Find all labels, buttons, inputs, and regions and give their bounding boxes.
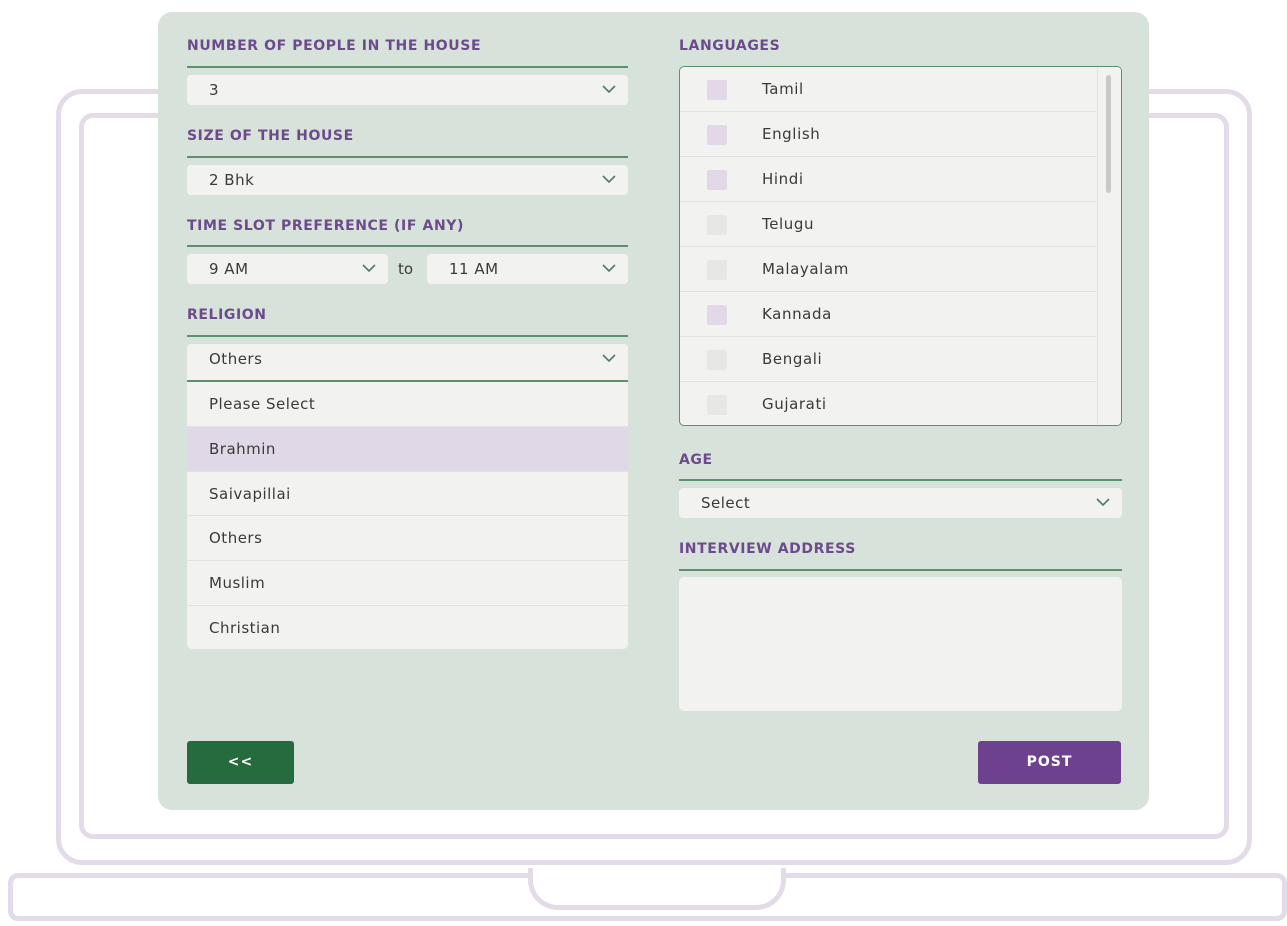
language-name: Gujarati bbox=[762, 395, 827, 413]
religion-option[interactable]: Christian bbox=[187, 606, 628, 649]
chevron-down-icon bbox=[1096, 498, 1110, 507]
timeslot-rule bbox=[187, 245, 628, 247]
age-rule bbox=[679, 479, 1122, 481]
language-name: Hindi bbox=[762, 170, 804, 188]
size-select-value: 2 Bhk bbox=[209, 171, 255, 189]
post-button[interactable]: POST bbox=[978, 741, 1121, 784]
scrollbar-thumb[interactable] bbox=[1106, 75, 1111, 193]
religion-rule bbox=[187, 335, 628, 337]
checkbox-icon[interactable] bbox=[707, 305, 727, 325]
language-name: Kannada bbox=[762, 305, 832, 323]
timeslot-label: TIME SLOT PREFERENCE (IF ANY) bbox=[187, 218, 464, 234]
religion-option[interactable]: Please Select bbox=[187, 382, 628, 427]
back-button[interactable]: << bbox=[187, 741, 294, 784]
address-rule bbox=[679, 569, 1122, 571]
religion-option[interactable]: Muslim bbox=[187, 561, 628, 606]
religion-select[interactable]: Others bbox=[187, 344, 628, 380]
chevron-down-icon bbox=[602, 85, 616, 94]
religion-label: RELIGION bbox=[187, 307, 267, 323]
people-select-value: 3 bbox=[209, 81, 220, 99]
timeslot-to-select[interactable]: 11 AM bbox=[427, 254, 628, 284]
people-label: NUMBER OF PEOPLE IN THE HOUSE bbox=[187, 38, 482, 54]
languages-label: LANGUAGES bbox=[679, 38, 781, 54]
religion-option[interactable]: Saivapillai bbox=[187, 472, 628, 517]
size-select[interactable]: 2 Bhk bbox=[187, 165, 628, 195]
checkbox-icon[interactable] bbox=[707, 350, 727, 370]
checkbox-icon[interactable] bbox=[707, 395, 727, 415]
timeslot-from-value: 9 AM bbox=[209, 260, 249, 278]
language-name: Tamil bbox=[762, 80, 804, 98]
religion-option[interactable]: Others bbox=[187, 516, 628, 562]
languages-scrollbar[interactable] bbox=[1097, 67, 1121, 425]
chevron-down-icon bbox=[362, 264, 376, 273]
language-item[interactable]: Malayalam bbox=[680, 247, 1096, 292]
age-select-value: Select bbox=[701, 494, 751, 512]
timeslot-to-word: to bbox=[398, 260, 414, 278]
age-label: AGE bbox=[679, 452, 713, 468]
address-label: INTERVIEW ADDRESS bbox=[679, 541, 856, 557]
laptop-notch bbox=[528, 868, 786, 910]
language-name: Telugu bbox=[762, 215, 815, 233]
language-name: Bengali bbox=[762, 350, 823, 368]
language-item[interactable]: Telugu bbox=[680, 202, 1096, 247]
checkbox-icon[interactable] bbox=[707, 80, 727, 100]
language-item[interactable]: Kannada bbox=[680, 292, 1096, 337]
religion-option-highlighted[interactable]: Brahmin bbox=[187, 426, 628, 472]
size-label: SIZE OF THE HOUSE bbox=[187, 128, 354, 144]
language-item[interactable]: Bengali bbox=[680, 337, 1096, 382]
timeslot-from-select[interactable]: 9 AM bbox=[187, 254, 388, 284]
checkbox-icon[interactable] bbox=[707, 125, 727, 145]
size-rule bbox=[187, 156, 628, 158]
language-name: English bbox=[762, 125, 821, 143]
address-textarea[interactable] bbox=[679, 577, 1122, 711]
age-select[interactable]: Select bbox=[679, 488, 1122, 518]
chevron-down-icon bbox=[602, 264, 616, 273]
language-item[interactable]: Tamil bbox=[680, 67, 1096, 112]
timeslot-to-value: 11 AM bbox=[449, 260, 499, 278]
language-item[interactable]: English bbox=[680, 112, 1096, 157]
people-select[interactable]: 3 bbox=[187, 75, 628, 105]
chevron-down-icon bbox=[602, 175, 616, 184]
checkbox-icon[interactable] bbox=[707, 215, 727, 235]
religion-dropdown-list: Please Select Brahmin Saivapillai Others… bbox=[187, 380, 628, 649]
checkbox-icon[interactable] bbox=[707, 170, 727, 190]
religion-select-value: Others bbox=[209, 350, 263, 368]
languages-list: Tamil English Hindi Telugu Malayalam Kan… bbox=[679, 66, 1122, 426]
language-item[interactable]: Hindi bbox=[680, 157, 1096, 202]
language-item[interactable]: Gujarati bbox=[680, 382, 1096, 425]
checkbox-icon[interactable] bbox=[707, 260, 727, 280]
chevron-up-down-icon bbox=[602, 354, 616, 363]
language-name: Malayalam bbox=[762, 260, 849, 278]
people-rule bbox=[187, 66, 628, 68]
